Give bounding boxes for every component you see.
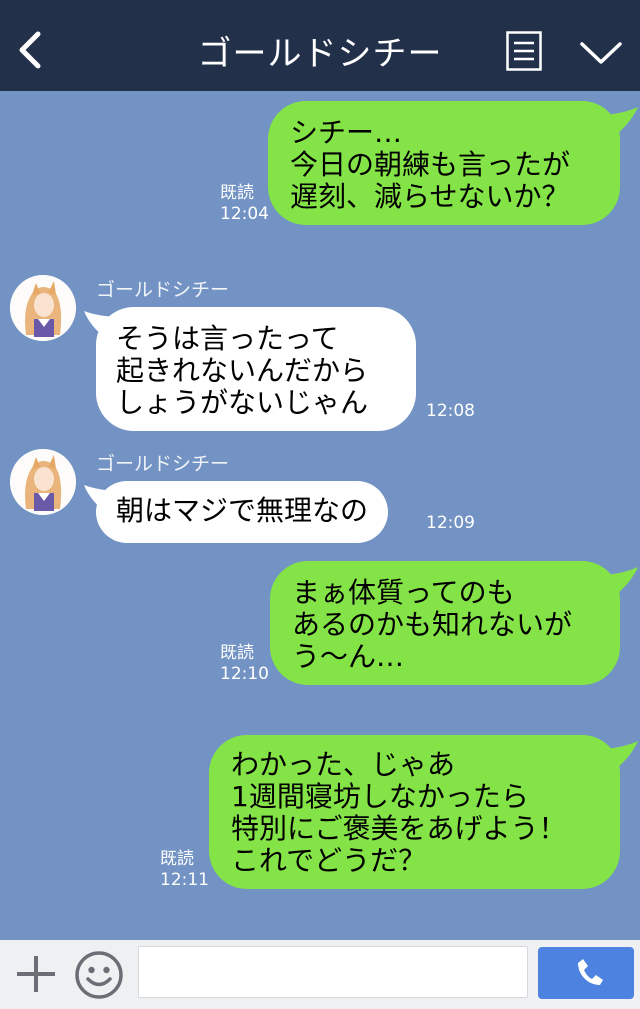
chat-header: ゴールドシチー: [0, 0, 640, 91]
message-bubble[interactable]: 朝はマジで無理なの: [96, 481, 388, 543]
character-avatar-image: [10, 449, 76, 515]
message-bubble[interactable]: そうは言ったって 起きれないんだから しょうがないじゃん: [96, 307, 416, 431]
read-receipt: 既読: [220, 643, 254, 663]
message-time: 12:09: [426, 513, 475, 533]
phone-icon: [578, 959, 603, 985]
plus-icon: [17, 956, 55, 992]
chevron-left-icon: [19, 31, 41, 69]
call-button[interactable]: [538, 947, 634, 999]
menu-button[interactable]: [506, 31, 542, 71]
add-button[interactable]: [14, 954, 58, 994]
back-button[interactable]: [12, 26, 52, 74]
sender-name: ゴールドシチー: [96, 279, 230, 301]
message-input[interactable]: [138, 946, 528, 998]
message-bubble[interactable]: シチー… 今日の朝練も言ったが 遅刻、減らせないか？: [268, 101, 620, 225]
chat-title: ゴールドシチー: [197, 34, 443, 74]
message-bubble[interactable]: まぁ体質ってのも あるのかも知れないが う～ん…: [270, 561, 620, 685]
emoji-button[interactable]: [74, 950, 124, 1000]
message-bubble[interactable]: わかった、じゃあ 1週間寝坊しなかったら 特別にご褒美をあげよう！ これでどうだ…: [209, 735, 620, 889]
message-list[interactable]: シチー… 今日の朝練も言ったが 遅刻、減らせないか？ 既読 12:04 ゴールド…: [0, 91, 640, 940]
message-time: 12:04: [220, 204, 269, 224]
read-receipt: 既読: [220, 183, 254, 203]
message-time: 12:11: [160, 870, 209, 890]
avatar[interactable]: [10, 275, 76, 341]
message-time: 12:10: [220, 664, 269, 684]
chevron-down-icon: [580, 42, 622, 64]
character-avatar-image: [10, 275, 76, 341]
read-receipt: 既読: [160, 849, 194, 869]
collapse-button[interactable]: [578, 36, 624, 68]
document-list-icon: [506, 31, 542, 71]
sender-name: ゴールドシチー: [96, 453, 230, 475]
avatar[interactable]: [10, 449, 76, 515]
smiley-icon: [75, 951, 123, 999]
message-time: 12:08: [426, 401, 475, 421]
